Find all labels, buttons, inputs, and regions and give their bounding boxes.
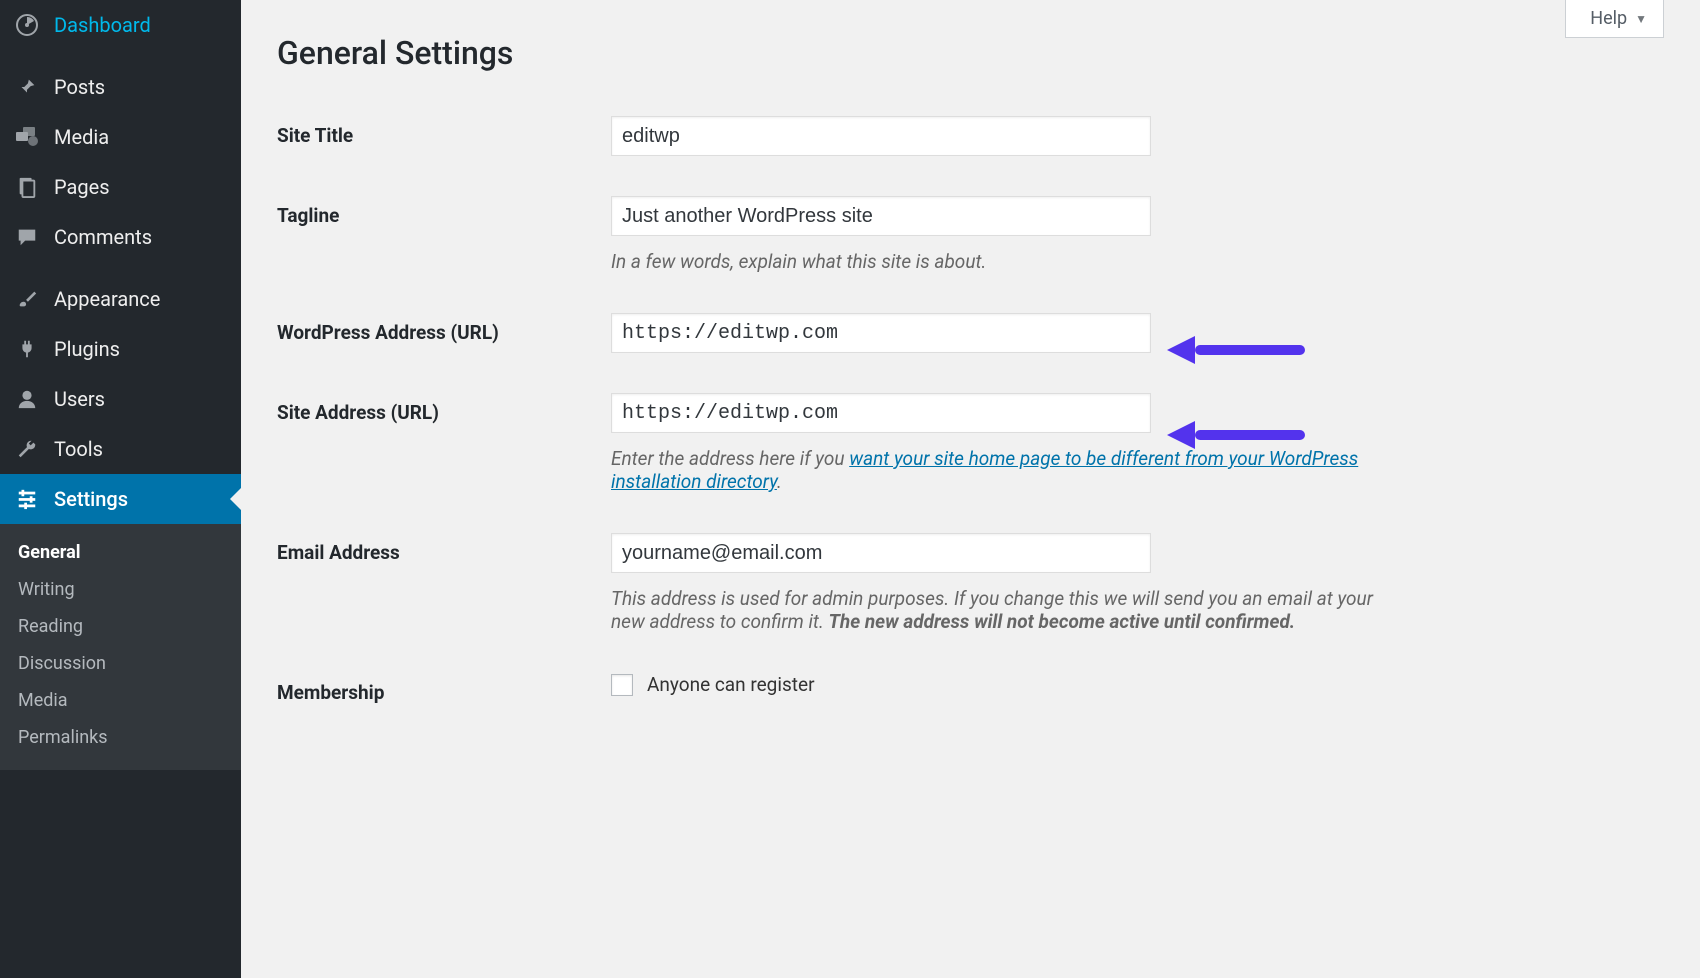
plug-icon: [14, 336, 40, 362]
sidebar-item-label: Settings: [54, 487, 128, 511]
row-site-url: Site Address (URL) Enter the address her…: [277, 393, 1664, 493]
sidebar-item-comments[interactable]: Comments: [0, 212, 241, 262]
sidebar-item-media[interactable]: Media: [0, 112, 241, 162]
desc-email: This address is used for admin purposes.…: [611, 587, 1411, 633]
sliders-icon: [14, 486, 40, 512]
row-site-title: Site Title: [277, 116, 1664, 156]
brush-icon: [14, 286, 40, 312]
dashboard-icon: [14, 12, 40, 38]
admin-sidebar: Dashboard Posts Media Pages Comments App…: [0, 0, 241, 978]
label-membership: Membership: [277, 673, 611, 704]
label-site-url: Site Address (URL): [277, 393, 611, 424]
submenu-item-writing[interactable]: Writing: [0, 571, 241, 608]
label-site-title: Site Title: [277, 116, 611, 147]
sidebar-item-label: Dashboard: [54, 13, 151, 37]
chevron-down-icon: ▼: [1635, 12, 1647, 26]
row-membership: Membership Anyone can register: [277, 673, 1664, 704]
help-tab[interactable]: Help ▼: [1565, 0, 1664, 38]
sidebar-item-label: Posts: [54, 75, 105, 99]
checkbox-membership[interactable]: [611, 674, 633, 696]
input-site-url[interactable]: [611, 393, 1151, 433]
sidebar-item-label: Appearance: [54, 287, 160, 311]
submenu-item-media[interactable]: Media: [0, 682, 241, 719]
input-email[interactable]: [611, 533, 1151, 573]
desc-tagline: In a few words, explain what this site i…: [611, 250, 1411, 273]
row-tagline: Tagline In a few words, explain what thi…: [277, 196, 1664, 273]
sidebar-item-label: Tools: [54, 437, 103, 461]
label-tagline: Tagline: [277, 196, 611, 227]
sidebar-item-label: Comments: [54, 225, 152, 249]
sidebar-item-posts[interactable]: Posts: [0, 62, 241, 112]
sidebar-item-label: Users: [54, 387, 105, 411]
checkbox-membership-wrapper[interactable]: Anyone can register: [611, 673, 1411, 696]
page-icon: [14, 174, 40, 200]
input-wp-url[interactable]: [611, 313, 1151, 353]
sidebar-item-label: Plugins: [54, 337, 120, 361]
row-wp-url: WordPress Address (URL): [277, 313, 1664, 353]
sidebar-item-users[interactable]: Users: [0, 374, 241, 424]
sidebar-item-plugins[interactable]: Plugins: [0, 324, 241, 374]
submenu-item-permalinks[interactable]: Permalinks: [0, 719, 241, 756]
label-wp-url: WordPress Address (URL): [277, 313, 611, 344]
submenu-item-discussion[interactable]: Discussion: [0, 645, 241, 682]
desc-site-url: Enter the address here if you want your …: [611, 447, 1411, 493]
submenu-item-reading[interactable]: Reading: [0, 608, 241, 645]
submenu-item-general[interactable]: General: [0, 534, 241, 571]
label-email: Email Address: [277, 533, 611, 564]
sidebar-item-appearance[interactable]: Appearance: [0, 274, 241, 324]
sidebar-item-label: Media: [54, 125, 109, 149]
input-site-title[interactable]: [611, 116, 1151, 156]
wrench-icon: [14, 436, 40, 462]
annotation-arrow: [1167, 421, 1305, 449]
sidebar-item-dashboard[interactable]: Dashboard: [0, 0, 241, 50]
settings-submenu: General Writing Reading Discussion Media…: [0, 524, 241, 770]
sidebar-item-pages[interactable]: Pages: [0, 162, 241, 212]
sidebar-item-label: Pages: [54, 175, 110, 199]
pin-icon: [14, 74, 40, 100]
main-content: Help ▼ General Settings Site Title Tagli…: [241, 0, 1700, 978]
users-icon: [14, 386, 40, 412]
checkbox-membership-label: Anyone can register: [647, 673, 815, 696]
media-icon: [14, 124, 40, 150]
help-tab-label: Help: [1590, 8, 1627, 29]
page-title: General Settings: [277, 34, 1664, 72]
sidebar-item-tools[interactable]: Tools: [0, 424, 241, 474]
sidebar-item-settings[interactable]: Settings: [0, 474, 241, 524]
annotation-arrow: [1167, 336, 1305, 364]
input-tagline[interactable]: [611, 196, 1151, 236]
row-email: Email Address This address is used for a…: [277, 533, 1664, 633]
comment-icon: [14, 224, 40, 250]
